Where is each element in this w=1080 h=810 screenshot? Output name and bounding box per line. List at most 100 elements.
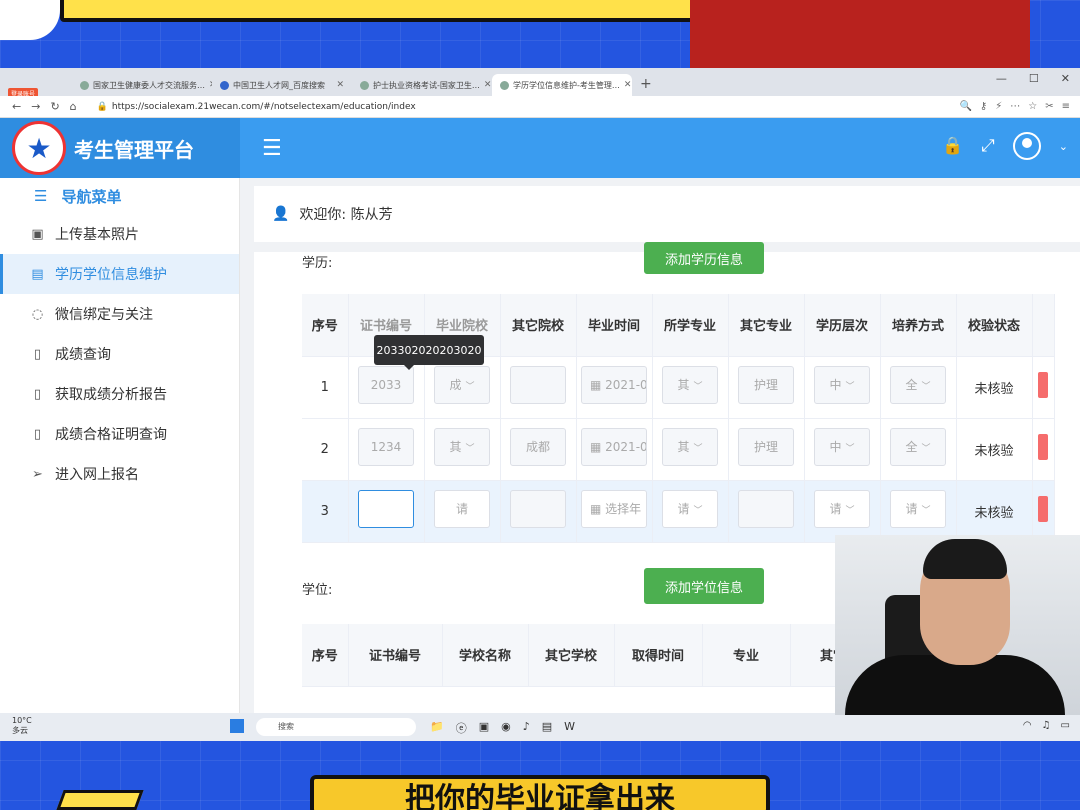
zoom-icon[interactable]: 🔍 xyxy=(959,101,971,112)
graduation-date-picker[interactable]: ▦ 2021-0 xyxy=(581,366,647,404)
hamburger-menu-icon[interactable]: ☰ xyxy=(262,136,282,161)
welcome-text: 欢迎你: 陈从芳 xyxy=(299,207,393,223)
table-header-row: 序号 证书编号 学校名称 其它学校 取得时间 专业 其它专业 xyxy=(302,624,903,687)
date-value: 选择年 xyxy=(605,502,642,516)
browser-tab[interactable]: 护士执业资格考试-国家卫生… ✕ xyxy=(352,74,492,96)
new-tab-icon[interactable]: + xyxy=(640,76,652,92)
school-select[interactable]: 其 ﹀ xyxy=(434,428,490,466)
forward-icon[interactable]: → xyxy=(31,100,40,113)
app-icon[interactable]: ▤ xyxy=(542,720,552,736)
welcome-bar: 👤 欢迎你: 陈从芳 xyxy=(254,186,1080,242)
tab-bar: 国家卫生健康委人才交流服务…✕ 中国卫生人才网_百度搜索✕ 护士执业资格考试-国… xyxy=(0,68,1080,96)
url-field[interactable]: 🔒 https://socialexam.21wecan.com/#/notsel… xyxy=(97,102,416,112)
major-select[interactable]: 其 ﹀ xyxy=(662,428,718,466)
sidebar-item-report[interactable]: ▯ 获取成绩分析报告 xyxy=(0,374,239,414)
close-window-icon[interactable]: ✕ xyxy=(1061,72,1070,85)
close-icon[interactable]: ✕ xyxy=(624,80,632,90)
fullscreen-icon[interactable]: ⤢ xyxy=(981,136,995,156)
mode-select[interactable]: 全 ﹀ xyxy=(890,428,946,466)
sidebar-item-upload-photo[interactable]: ▣ 上传基本照片 xyxy=(0,214,239,254)
column-header: 专业 xyxy=(702,624,791,687)
lock-icon: 🔒 xyxy=(96,101,108,112)
other-school-input[interactable] xyxy=(510,490,566,528)
other-major-input[interactable] xyxy=(738,490,794,528)
delete-button[interactable] xyxy=(1038,372,1048,398)
browser-tab[interactable]: 中国卫生人才网_百度搜索 ✕ xyxy=(212,74,352,96)
star-icon[interactable]: ☆ xyxy=(1028,101,1037,112)
avatar[interactable] xyxy=(1012,132,1041,160)
report-icon: ▯ xyxy=(33,386,42,402)
delete-button[interactable] xyxy=(1038,496,1048,522)
sidebar-item-register[interactable]: ➢ 进入网上报名 xyxy=(0,454,239,494)
school-select[interactable]: 请 xyxy=(434,490,490,528)
close-icon[interactable]: ✕ xyxy=(484,80,492,90)
graduation-date-picker[interactable]: ▦ 选择年 xyxy=(581,490,647,528)
close-icon[interactable]: ✕ xyxy=(336,80,344,90)
graduation-date-picker[interactable]: ▦ 2021-0 xyxy=(581,428,647,466)
app-icon[interactable]: ◉ xyxy=(501,720,511,736)
maximize-icon[interactable]: ☐ xyxy=(1029,72,1039,85)
sidebar-item-wechat[interactable]: ◌ 微信绑定与关注 xyxy=(0,294,239,334)
windows-start-icon[interactable] xyxy=(230,719,244,733)
taskbar-search[interactable]: 搜索 xyxy=(256,718,416,736)
sidebar-item-label: 进入网上报名 xyxy=(55,467,139,483)
overlay-title-banner xyxy=(60,0,750,22)
sidebar-item-certificate[interactable]: ▯ 成绩合格证明查询 xyxy=(0,414,239,454)
bolt-icon[interactable]: ⚡ xyxy=(995,101,1002,112)
sidebar-item-scores[interactable]: ▯ 成绩查询 xyxy=(0,334,239,374)
other-school-input[interactable]: 成都 xyxy=(510,428,566,466)
system-tray: ◠ ♫ ▭ xyxy=(1023,720,1070,731)
mode-select[interactable]: 全 ﹀ xyxy=(890,366,946,404)
sidebar-item-education[interactable]: ▤ 学历学位信息维护 xyxy=(0,254,239,294)
column-header: 校验状态 xyxy=(956,294,1033,357)
chevron-down-icon[interactable]: ⌄ xyxy=(1059,140,1068,153)
user-icon: 👤 xyxy=(272,206,290,222)
minimize-icon[interactable]: — xyxy=(996,72,1007,85)
volume-icon[interactable]: ♫ xyxy=(1042,720,1051,731)
cert-number-input[interactable]: 1234 xyxy=(358,428,414,466)
major-select[interactable]: 请 ﹀ xyxy=(662,490,718,528)
chevron-down-icon: ﹀ xyxy=(921,444,931,454)
more-icon[interactable]: ⋯ xyxy=(1010,101,1020,112)
reload-icon[interactable]: ↻ xyxy=(50,100,59,113)
level-select[interactable]: 中 ﹀ xyxy=(814,428,870,466)
add-degree-button[interactable]: 添加学位信息 xyxy=(644,568,764,604)
select-value: 请 xyxy=(829,502,842,516)
other-school-input[interactable] xyxy=(510,366,566,404)
browser-icon[interactable]: ⓔ xyxy=(456,720,467,736)
cert-number-input[interactable] xyxy=(358,490,414,528)
wifi-icon[interactable]: ◠ xyxy=(1023,720,1032,731)
browser-tab[interactable]: 国家卫生健康委人才交流服务…✕ xyxy=(72,74,212,96)
add-education-button[interactable]: 添加学历信息 xyxy=(644,242,764,274)
home-icon[interactable]: ⌂ xyxy=(70,100,77,113)
level-select[interactable]: 中 ﹀ xyxy=(814,366,870,404)
app-icon[interactable]: ♪ xyxy=(523,720,530,736)
mode-select[interactable]: 请 ﹀ xyxy=(890,490,946,528)
logo-area: 考生管理平台 xyxy=(0,118,240,178)
key-icon[interactable]: ⚷ xyxy=(980,101,987,112)
battery-icon[interactable]: ▭ xyxy=(1061,720,1070,731)
presenter-video xyxy=(835,535,1080,715)
select-value: 请 xyxy=(677,502,690,516)
file-explorer-icon[interactable]: 📁 xyxy=(430,720,444,736)
cert-number-input[interactable]: 2033 xyxy=(358,366,414,404)
delete-button[interactable] xyxy=(1038,434,1048,460)
verify-status: 未核验 xyxy=(956,356,1033,419)
chevron-down-icon: ﹀ xyxy=(921,382,931,392)
wps-icon[interactable]: W xyxy=(564,720,575,736)
back-icon[interactable]: ← xyxy=(12,100,21,113)
other-major-input[interactable]: 护理 xyxy=(738,366,794,404)
school-select[interactable]: 成 ﹀ xyxy=(434,366,490,404)
level-select[interactable]: 请 ﹀ xyxy=(814,490,870,528)
browser-tab-active[interactable]: 学历学位信息维护-考生管理… ✕ xyxy=(492,74,632,96)
app-icon[interactable]: ▣ xyxy=(479,720,489,736)
other-major-input[interactable]: 护理 xyxy=(738,428,794,466)
menu-icon[interactable]: ≡ xyxy=(1062,101,1070,112)
chevron-down-icon: ﹀ xyxy=(465,444,475,454)
weather-widget[interactable]: 10°C 多云 xyxy=(12,716,32,736)
select-value: 成 xyxy=(449,378,462,392)
major-select[interactable]: 其 ﹀ xyxy=(662,366,718,404)
lock-icon[interactable]: 🔒 xyxy=(942,136,963,156)
scissors-icon[interactable]: ✂ xyxy=(1045,101,1053,112)
column-header: 其它专业 xyxy=(728,294,805,357)
